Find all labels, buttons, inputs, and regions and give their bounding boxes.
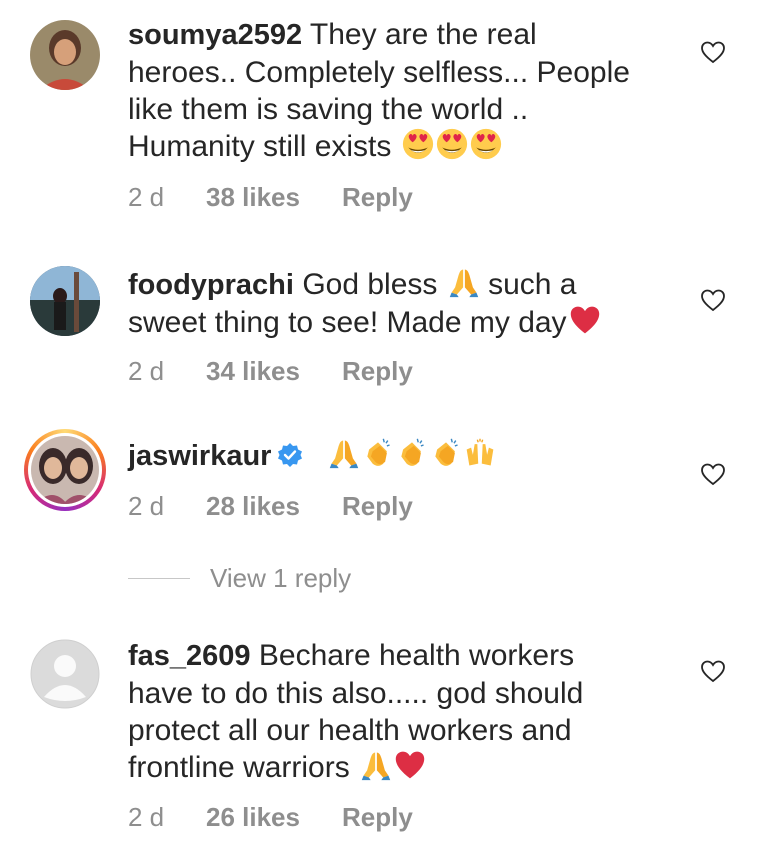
heart-eyes-emoji <box>470 128 502 160</box>
folded-hands-emoji <box>448 266 480 298</box>
comment-text-line: protect all our health workers and <box>128 714 572 747</box>
reply-button[interactable]: Reply <box>342 802 413 833</box>
comment-text-line: frontline warriors <box>128 751 350 784</box>
comment-time: 2 d <box>128 802 165 832</box>
avatar[interactable] <box>30 266 100 336</box>
heart-outline-icon[interactable] <box>700 659 726 683</box>
comment-likes[interactable]: 28 likes <box>206 491 342 522</box>
comment-text-line: have to do this also..... god should <box>128 677 584 710</box>
comment-text-line: God bless <box>302 268 438 301</box>
reply-button[interactable]: Reply <box>342 491 413 522</box>
clapping-hands-emoji <box>362 437 394 469</box>
comment-username[interactable]: fas_2609 <box>128 640 251 672</box>
view-replies-label[interactable]: View 1 reply <box>210 563 351 594</box>
clapping-hands-emoji <box>396 437 428 469</box>
view-replies-button[interactable]: View 1 reply <box>128 563 351 594</box>
heart-outline-icon[interactable] <box>700 40 726 64</box>
reply-button[interactable]: Reply <box>342 356 413 387</box>
comment-username[interactable]: soumya2592 <box>128 19 302 51</box>
heart-eyes-emoji <box>402 128 434 160</box>
comment-text-line: like them is saving the world .. <box>128 93 529 126</box>
comment-text-line: They are the real <box>309 18 537 51</box>
comment-text: soumya2592 They are the real heroes.. Co… <box>128 16 668 165</box>
heart-outline-icon[interactable] <box>700 288 726 312</box>
comment-time: 2 d <box>128 356 165 386</box>
comment-text-line: sweet thing to see! Made my day <box>128 306 567 339</box>
avatar[interactable] <box>30 20 100 90</box>
comment-username[interactable]: jaswirkaur <box>128 440 271 472</box>
comment-meta: 2 d 34 likes Reply <box>128 356 413 387</box>
view-replies-divider <box>128 578 190 579</box>
comment-text-line: Humanity still exists <box>128 130 392 163</box>
comment-time: 2 d <box>128 182 165 212</box>
heart-outline-icon[interactable] <box>700 462 726 486</box>
clapping-hands-emoji <box>430 437 462 469</box>
comment-meta: 2 d 28 likes Reply <box>128 491 413 522</box>
folded-hands-emoji <box>328 437 360 469</box>
comment-text-line: such a <box>488 268 577 301</box>
raising-hands-emoji <box>464 437 496 469</box>
red-heart-emoji <box>569 304 601 336</box>
avatar[interactable] <box>31 436 99 504</box>
comment-username[interactable]: foodyprachi <box>128 269 294 301</box>
comment-text-line: Bechare health workers <box>258 639 575 672</box>
default-avatar-icon[interactable] <box>30 639 100 709</box>
comment-text: fas_2609 Bechare health workers have to … <box>128 637 668 786</box>
comment-meta: 2 d 38 likes Reply <box>128 182 413 213</box>
story-ring[interactable] <box>24 429 106 511</box>
folded-hands-emoji <box>360 749 392 781</box>
comment-meta: 2 d 26 likes Reply <box>128 802 413 833</box>
verified-badge-icon <box>278 443 303 467</box>
heart-eyes-emoji <box>436 128 468 160</box>
reply-button[interactable]: Reply <box>342 182 413 213</box>
comment-text: foodyprachi God bless such a sweet thing… <box>128 266 668 341</box>
comment-likes[interactable]: 26 likes <box>206 802 342 833</box>
comment-time: 2 d <box>128 491 165 521</box>
comment-text-line: heroes.. Completely selfless... People <box>128 56 630 89</box>
red-heart-emoji <box>394 749 426 781</box>
comment-text: jaswirkaur <box>128 437 668 475</box>
comment-likes[interactable]: 38 likes <box>206 182 342 213</box>
comment-likes[interactable]: 34 likes <box>206 356 342 387</box>
